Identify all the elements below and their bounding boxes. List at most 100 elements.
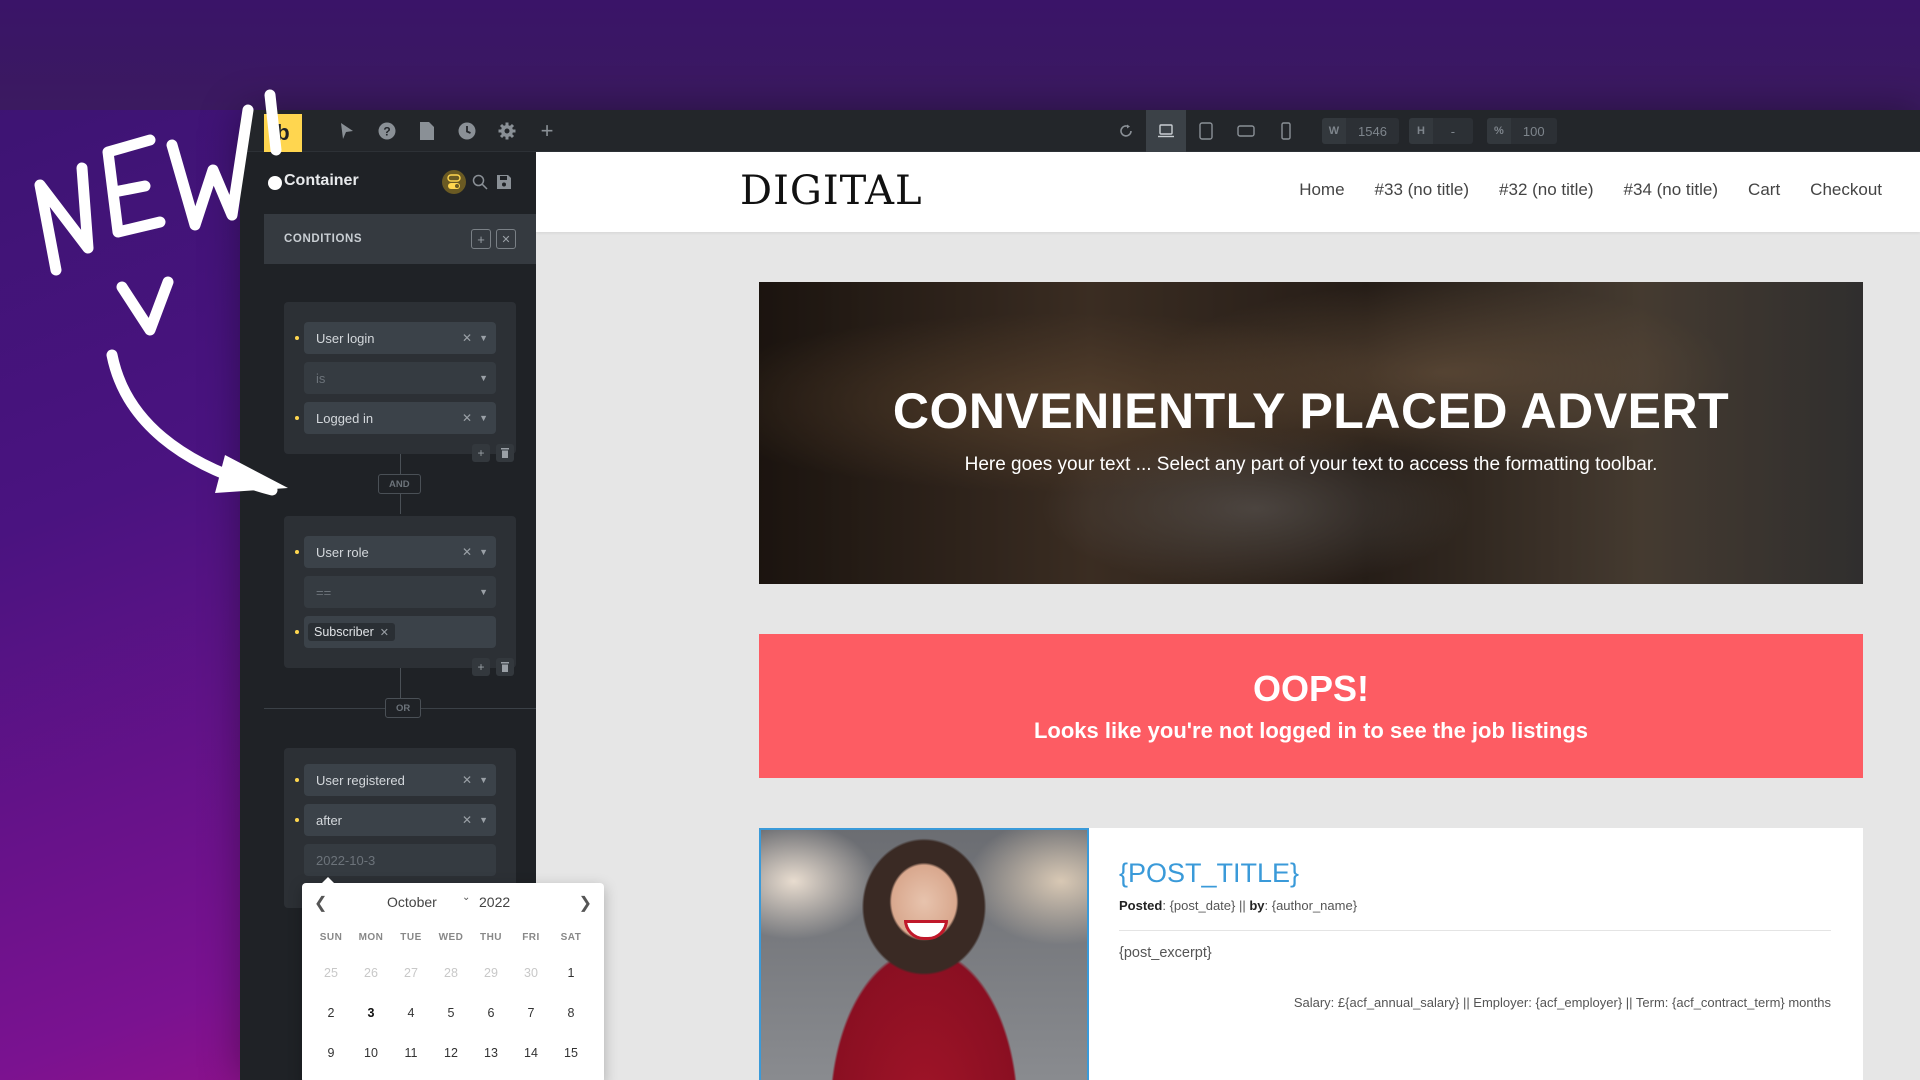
calendar-day[interactable]: 9 xyxy=(311,1033,351,1073)
chevron-right-icon[interactable]: ❯ xyxy=(579,893,592,913)
compare-select[interactable]: after ✕ ▼ xyxy=(295,804,496,836)
add-icon[interactable]: + xyxy=(534,118,560,144)
zoom-input[interactable]: % 100 xyxy=(1486,118,1557,144)
history-icon[interactable] xyxy=(454,118,480,144)
login-alert: OOPS! Looks like you're not logged in to… xyxy=(759,634,1863,778)
conditions-label: CONDITIONS xyxy=(284,233,363,245)
search-icon[interactable] xyxy=(468,170,492,194)
chevron-down-icon[interactable]: ▼ xyxy=(479,775,488,785)
chevron-down-icon[interactable]: ⌄ xyxy=(462,892,470,903)
calendar-day[interactable]: 28 xyxy=(431,953,471,993)
nav-cart[interactable]: Cart xyxy=(1748,180,1780,200)
calendar-day[interactable]: 3 xyxy=(351,993,391,1033)
alert-title: OOPS! xyxy=(1252,668,1369,709)
refresh-icon[interactable] xyxy=(1106,110,1146,152)
panel-header: Container xyxy=(264,152,536,214)
chevron-down-icon[interactable]: ▼ xyxy=(479,413,488,423)
date-placeholder: 2022-10-3 xyxy=(316,852,376,868)
select-cursor-icon[interactable] xyxy=(334,118,360,144)
calendar-day[interactable]: 6 xyxy=(471,993,511,1033)
conditions-toggle-icon[interactable] xyxy=(442,170,466,194)
site-logo[interactable]: DIGITAL xyxy=(740,168,923,214)
tablet-landscape-icon[interactable] xyxy=(1226,110,1266,152)
clear-icon[interactable]: ✕ xyxy=(462,411,472,425)
chevron-left-icon[interactable]: ❮ xyxy=(314,893,327,913)
builder-logo-button[interactable]: b xyxy=(264,114,302,152)
condition-key-select[interactable]: User role ✕ ▼ xyxy=(295,536,496,568)
calendar-day[interactable]: 11 xyxy=(391,1033,431,1073)
date-input[interactable]: 2022-10-3 xyxy=(304,844,496,876)
post-title[interactable]: {POST_TITLE} xyxy=(1119,858,1299,889)
letter-e xyxy=(102,134,166,238)
role-tag: Subscriber ✕ xyxy=(308,623,395,641)
height-label: H xyxy=(1408,118,1433,144)
nav-34[interactable]: #34 (no title) xyxy=(1624,180,1719,200)
calendar-day[interactable]: 2 xyxy=(311,993,351,1033)
calendar-day[interactable]: 10 xyxy=(351,1033,391,1073)
author-value: : {author_name} xyxy=(1264,898,1358,913)
role-multiselect[interactable]: Subscriber ✕ xyxy=(295,616,496,648)
delete-icon[interactable] xyxy=(496,658,514,676)
tablet-portrait-icon[interactable] xyxy=(1186,110,1226,152)
chevron-down-icon[interactable]: ▼ xyxy=(479,547,488,557)
calendar-day[interactable]: 1 xyxy=(551,953,591,993)
and-connector[interactable]: AND xyxy=(378,474,421,494)
nav-home[interactable]: Home xyxy=(1299,180,1344,200)
calendar-day[interactable]: 29 xyxy=(471,953,511,993)
calendar-day[interactable]: 13 xyxy=(471,1033,511,1073)
required-dot-icon xyxy=(295,630,299,634)
height-input[interactable]: H - xyxy=(1408,118,1473,144)
condition-key-select[interactable]: User registered ✕ ▼ xyxy=(295,764,496,796)
add-condition-icon[interactable]: + xyxy=(472,444,490,462)
nav-33[interactable]: #33 (no title) xyxy=(1375,180,1470,200)
calendar-day[interactable]: 12 xyxy=(431,1033,471,1073)
month-select[interactable]: October xyxy=(387,894,437,910)
device-switcher: W 1546 H - % 100 xyxy=(1106,110,1557,152)
help-icon[interactable]: ? xyxy=(374,118,400,144)
nav-32[interactable]: #32 (no title) xyxy=(1499,180,1594,200)
calendar-day[interactable]: 4 xyxy=(391,993,431,1033)
condition-value-select[interactable]: Logged in ✕ ▼ xyxy=(295,402,496,434)
zoom-value[interactable]: 100 xyxy=(1511,124,1557,139)
add-condition-button[interactable]: + xyxy=(471,229,491,249)
builder-window: b ? + W 1546 H - % 100 Container CONDITI… xyxy=(240,110,1920,1080)
chevron-down-icon[interactable]: ▼ xyxy=(479,587,488,597)
field-value: after xyxy=(316,812,343,828)
compare-select[interactable]: is ▼ xyxy=(304,362,496,394)
compare-select[interactable]: == ▼ xyxy=(304,576,496,608)
remove-tag-icon[interactable]: ✕ xyxy=(380,626,389,639)
width-input[interactable]: W 1546 xyxy=(1322,118,1399,144)
page-icon[interactable] xyxy=(414,118,440,144)
condition-key-select[interactable]: User login ✕ ▼ xyxy=(295,322,496,354)
nav-checkout[interactable]: Checkout xyxy=(1810,180,1882,200)
chevron-down-icon[interactable]: ▼ xyxy=(479,815,488,825)
post-image[interactable] xyxy=(759,828,1089,1080)
calendar-day[interactable]: 27 xyxy=(391,953,431,993)
clear-icon[interactable]: ✕ xyxy=(462,773,472,787)
calendar-day[interactable]: 26 xyxy=(351,953,391,993)
desktop-icon[interactable] xyxy=(1146,110,1186,152)
calendar-day[interactable]: 8 xyxy=(551,993,591,1033)
width-value[interactable]: 1546 xyxy=(1346,124,1399,139)
chevron-down-icon[interactable]: ▼ xyxy=(479,373,488,383)
add-condition-icon[interactable]: + xyxy=(472,658,490,676)
settings-icon[interactable] xyxy=(494,118,520,144)
clear-icon[interactable]: ✕ xyxy=(462,545,472,559)
mobile-icon[interactable] xyxy=(1266,110,1306,152)
clear-icon[interactable]: ✕ xyxy=(462,331,472,345)
calendar-day[interactable]: 30 xyxy=(511,953,551,993)
year-input[interactable]: 2022 xyxy=(479,894,510,910)
calendar-day[interactable]: 7 xyxy=(511,993,551,1033)
height-value[interactable]: - xyxy=(1433,124,1473,139)
chevron-down-icon[interactable]: ▼ xyxy=(479,333,488,343)
calendar-day[interactable]: 25 xyxy=(311,953,351,993)
calendar-day[interactable]: 15 xyxy=(551,1033,591,1073)
clear-icon[interactable]: ✕ xyxy=(462,813,472,827)
delete-icon[interactable] xyxy=(496,444,514,462)
calendar-day[interactable]: 14 xyxy=(511,1033,551,1073)
weekday-label: SUN xyxy=(319,932,343,943)
calendar-day[interactable]: 5 xyxy=(431,993,471,1033)
or-connector[interactable]: OR xyxy=(385,698,422,718)
close-conditions-button[interactable]: ✕ xyxy=(496,229,516,249)
save-icon[interactable] xyxy=(492,170,516,194)
